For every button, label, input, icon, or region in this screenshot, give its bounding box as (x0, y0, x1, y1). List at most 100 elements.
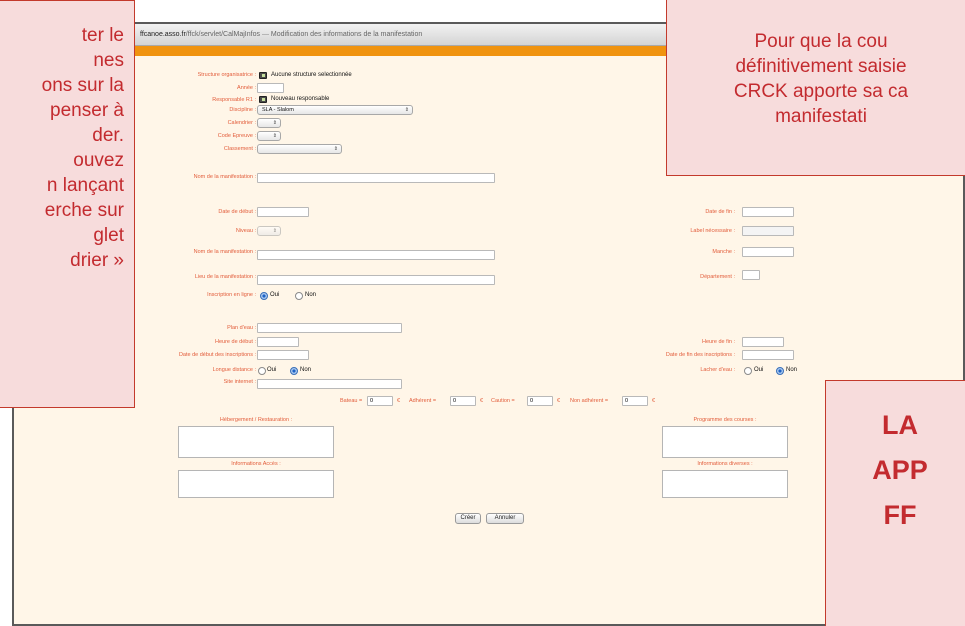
date-debut-inscriptions-label: Date de début des inscriptions : (178, 352, 256, 358)
manche-label: Manche : (712, 249, 735, 255)
responsable-picker-icon[interactable] (259, 96, 267, 103)
creer-button[interactable]: Créer (455, 513, 481, 524)
callout-left-note: ter le nes ons sur la penser à der. ouve… (0, 0, 135, 408)
annee-input[interactable] (257, 83, 284, 93)
screenshot-stage: ffcanoe.asso.fr/ffck/servlet/CalMajInfos… (0, 0, 965, 626)
non-adherent-currency: € (652, 398, 656, 404)
inscription-non-radio[interactable] (295, 292, 303, 300)
bateau-label: Bateau = (340, 398, 363, 404)
departement-input[interactable] (742, 270, 760, 280)
chevron-down-icon: ⇕ (272, 120, 277, 126)
bateau-input[interactable]: 0 (367, 396, 393, 406)
plan-eau-input[interactable] (257, 323, 402, 333)
lieu-input[interactable] (257, 275, 495, 285)
programme-textarea[interactable] (662, 426, 788, 458)
page-title: Modification des informations de la mani… (270, 31, 423, 38)
departement-label: Département : (700, 274, 735, 280)
classement-label: Classement : (223, 146, 256, 152)
manche-input[interactable] (742, 247, 794, 257)
structure-value: Aucune structure selectionnée (271, 72, 352, 78)
callout-left-line: ouvez (73, 150, 124, 171)
annuler-button[interactable]: Annuler (486, 513, 524, 524)
discipline-value: SLA - Slalom (262, 107, 294, 113)
calendrier-label: Calendrier : (227, 120, 256, 126)
date-fin-inscriptions-input[interactable] (742, 350, 794, 360)
inscription-oui-radio[interactable] (260, 292, 268, 300)
programme-label: Programme des courses : (693, 417, 757, 423)
nom-manifestation-label-2: Nom de la manifestation : (193, 249, 256, 255)
non-adherent-input[interactable]: 0 (622, 396, 648, 406)
structure-label: Structure organisatrice : (197, 72, 256, 78)
info-acces-textarea[interactable] (178, 470, 334, 498)
longue-distance-non-radio[interactable] (290, 367, 298, 375)
callout-bottom-line: LA (882, 410, 918, 440)
callout-left-line: nes (93, 50, 124, 71)
adherent-input[interactable]: 0 (450, 396, 476, 406)
responsable-value: Nouveau responsable (271, 96, 330, 102)
code-epreuve-label: Code Epreuve : (217, 133, 256, 139)
callout-right-line: manifestati (775, 106, 867, 127)
longue-distance-non-text: Non (300, 367, 312, 373)
chevron-down-icon: ⇕ (272, 133, 277, 139)
nom-manifestation-input-2[interactable] (257, 250, 495, 260)
url-path: /ffck/servlet/CalMajInfos (185, 31, 260, 38)
niveau-label: Niveau : (235, 228, 256, 234)
chevron-down-icon: ⇕ (272, 228, 277, 234)
non-adherent-label: Non adhérent = (570, 398, 609, 404)
address-bar[interactable]: ffcanoe.asso.fr/ffck/servlet/CalMajInfos… (140, 31, 422, 38)
callout-left-line: der. (92, 125, 124, 146)
calendrier-select[interactable]: ⇕ (257, 118, 281, 128)
structure-picker-icon[interactable] (259, 72, 267, 79)
info-diverses-label: Informations diverses : (697, 461, 753, 467)
hebergement-textarea[interactable] (178, 426, 334, 458)
adherent-currency: € (480, 398, 484, 404)
date-debut-inscriptions-input[interactable] (257, 350, 309, 360)
label-necessaire-input[interactable] (742, 226, 794, 236)
lieu-label: Lieu de la manifestation : (194, 274, 256, 280)
callout-right-line: CRCK apporte sa ca (733, 81, 909, 102)
date-fin-label: Date de fin : (705, 209, 735, 215)
bateau-currency: € (397, 398, 401, 404)
niveau-select[interactable]: ⇕ (257, 226, 281, 236)
caution-input[interactable]: 0 (527, 396, 553, 406)
caution-currency: € (557, 398, 561, 404)
date-debut-input[interactable] (257, 207, 309, 217)
plan-eau-label: Plan d'eau : (227, 325, 256, 331)
callout-left-line: erche sur (44, 200, 124, 221)
callout-bottom-line: APP (872, 455, 928, 485)
code-epreuve-select[interactable]: ⇕ (257, 131, 281, 141)
discipline-label: Discipline : (229, 107, 256, 113)
info-acces-label: Informations Accès : (231, 461, 281, 467)
site-internet-label: Site internet : (223, 379, 256, 385)
heure-fin-input[interactable] (742, 337, 784, 347)
nom-manifestation-input[interactable] (257, 173, 495, 183)
site-internet-input[interactable] (257, 379, 402, 389)
chevron-down-icon: ⇕ (333, 146, 338, 152)
adherent-label: Adhérent = (409, 398, 437, 404)
callout-right-note: Pour que la cou définitivement saisie CR… (666, 0, 965, 176)
inscription-oui-text: Oui (270, 292, 280, 298)
caution-label: Caution = (491, 398, 515, 404)
callout-right-line: définitivement saisie (735, 56, 907, 77)
lacher-eau-oui-radio[interactable] (744, 367, 752, 375)
callout-left-line: glet (93, 225, 124, 246)
lacher-eau-oui-text: Oui (754, 367, 764, 373)
date-fin-input[interactable] (742, 207, 794, 217)
longue-distance-oui-radio[interactable] (258, 367, 266, 375)
lacher-eau-non-text: Non (786, 367, 798, 373)
heure-fin-label: Heure de fin : (701, 339, 735, 345)
callout-left-line: drier » (70, 250, 124, 271)
info-diverses-textarea[interactable] (662, 470, 788, 498)
discipline-select[interactable]: SLA - Slalom ⇕ (257, 105, 413, 115)
callout-left-line: ons sur la (41, 75, 124, 96)
date-debut-label: Date de début : (218, 209, 256, 215)
classement-select[interactable]: ⇕ (257, 144, 342, 154)
longue-distance-label: Longue distance : (212, 367, 256, 373)
lacher-eau-non-radio[interactable] (776, 367, 784, 375)
title-separator: — (261, 31, 269, 38)
heure-debut-input[interactable] (257, 337, 299, 347)
url-host: ffcanoe.asso.fr (140, 31, 186, 38)
heure-debut-label: Heure de début : (215, 339, 256, 345)
callout-left-line: penser à (50, 100, 124, 121)
callout-left-line: ter le (81, 25, 124, 46)
